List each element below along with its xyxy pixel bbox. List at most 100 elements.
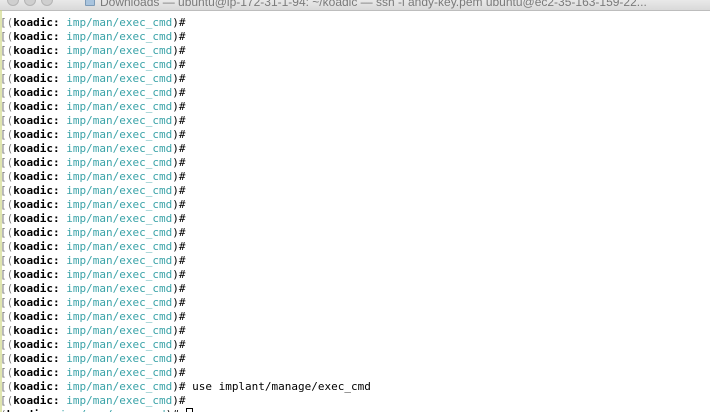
terminal-line: [(koadic: imp/man/exec_cmd)# — [0, 338, 710, 352]
terminal-line: [(koadic: imp/man/exec_cmd)# — [0, 366, 710, 380]
prompt-close: )# — [172, 58, 186, 71]
prompt-close: )# — [166, 408, 179, 412]
terminal-line: [(koadic: imp/man/exec_cmd)# — [0, 114, 710, 128]
line-bracket: [ — [0, 170, 7, 183]
prompt-path: imp/man/exec_cmd — [66, 212, 173, 225]
prompt-close: )# — [172, 114, 186, 127]
line-bracket: [ — [0, 72, 7, 85]
prompt-path: imp/man/exec_cmd — [66, 142, 173, 155]
prompt-path: imp/man/exec_cmd — [66, 86, 173, 99]
terminal-line: [(koadic: imp/man/exec_cmd)# — [0, 142, 710, 156]
prompt-close: )# — [172, 268, 186, 281]
prompt-close: )# — [172, 254, 186, 267]
line-bracket: [ — [0, 156, 7, 169]
prompt-name: koadic: — [13, 352, 60, 365]
prompt-path: imp/man/exec_cmd — [66, 338, 173, 351]
prompt-path: imp/man/exec_cmd — [66, 198, 173, 211]
line-bracket: [ — [0, 380, 7, 393]
prompt-path: imp/man/exec_cmd — [66, 184, 173, 197]
terminal-output[interactable]: [(koadic: imp/man/exec_cmd)# [(koadic: im… — [0, 10, 710, 412]
maximize-icon[interactable] — [41, 0, 53, 6]
prompt-close: )# — [172, 156, 186, 169]
prompt-path: imp/man/exec_cmd — [66, 366, 173, 379]
prompt-name: koadic: — [13, 142, 60, 155]
prompt-name: koadic: — [13, 86, 60, 99]
line-bracket: [ — [0, 128, 7, 141]
prompt-close: )# — [172, 296, 186, 309]
terminal-line: [(koadic: imp/man/exec_cmd)# — [0, 16, 710, 30]
prompt-close: )# — [172, 100, 186, 113]
line-bracket: [ — [0, 338, 7, 351]
prompt-path: imp/man/exec_cmd — [66, 226, 173, 239]
line-bracket: [ — [0, 100, 7, 113]
line-bracket: [ — [0, 30, 7, 43]
folder-icon — [85, 0, 95, 6]
prompt-name: koadic: — [13, 212, 60, 225]
prompt-name: koadic: — [13, 184, 60, 197]
prompt-name: koadic: — [13, 268, 60, 281]
prompt-path: imp/man/exec_cmd — [66, 254, 173, 267]
prompt-name: koadic: — [13, 380, 60, 393]
prompt-close: )# — [172, 394, 186, 407]
prompt-path: imp/man/exec_cmd — [66, 324, 173, 337]
prompt-close: )# — [172, 324, 186, 337]
cursor-block[interactable] — [186, 408, 194, 412]
close-icon[interactable] — [7, 0, 19, 6]
prompt-path: imp/man/exec_cmd — [66, 58, 173, 71]
line-bracket: [ — [0, 352, 7, 365]
prompt-open: ( — [0, 408, 7, 412]
prompt-path: imp/man/exec_cmd — [66, 16, 173, 29]
terminal-line: [(koadic: imp/man/exec_cmd)# — [0, 254, 710, 268]
terminal-line: [(koadic: imp/man/exec_cmd)# — [0, 170, 710, 184]
prompt-path: imp/man/exec_cmd — [66, 268, 173, 281]
terminal-line: [(koadic: imp/man/exec_cmd)# — [0, 324, 710, 338]
prompt-close: )# — [172, 198, 186, 211]
prompt-name: koadic: — [13, 296, 60, 309]
prompt-close: )# — [172, 72, 186, 85]
prompt-path: imp/man/exec_cmd — [66, 72, 173, 85]
prompt-name: koadic: — [13, 44, 60, 57]
terminal-line: [(koadic: imp/man/exec_cmd)# — [0, 226, 710, 240]
prompt-close: )# — [172, 366, 186, 379]
prompt-path: imp/man/exec_cmd — [66, 30, 173, 43]
prompt-close: )# — [172, 86, 186, 99]
prompt-name: koadic: — [13, 310, 60, 323]
prompt-close: )# — [172, 44, 186, 57]
line-bracket: [ — [0, 296, 7, 309]
terminal-line: [(koadic: imp/man/exec_cmd)# — [0, 156, 710, 170]
line-bracket: [ — [0, 254, 7, 267]
prompt-name: koadic: — [13, 72, 60, 85]
prompt-close: )# — [172, 142, 186, 155]
line-bracket: [ — [0, 114, 7, 127]
prompt-path: imp/man/exec_cmd — [66, 352, 173, 365]
line-bracket: [ — [0, 226, 7, 239]
prompt-path: imp/man/exec_cmd — [66, 310, 173, 323]
prompt-path: imp/man/exec_cmd — [66, 394, 173, 407]
terminal-line: [(koadic: imp/man/exec_cmd)# — [0, 58, 710, 72]
terminal-line: [(koadic: imp/man/exec_cmd)# — [0, 240, 710, 254]
prompt-path: imp/man/exec_cmd — [66, 44, 173, 57]
prompt-name: koadic: — [13, 16, 60, 29]
prompt-close: )# — [172, 310, 186, 323]
prompt-path: imp/man/exec_cmd — [66, 240, 173, 253]
line-bracket: [ — [0, 366, 7, 379]
prompt-close: )# — [172, 16, 186, 29]
prompt-name: koadic: — [13, 114, 60, 127]
prompt-close: )# — [172, 352, 186, 365]
prompt-name: koadic: — [13, 58, 60, 71]
prompt-name: koadic: — [13, 156, 60, 169]
terminal-line: [(koadic: imp/man/exec_cmd)# — [0, 268, 710, 282]
line-bracket: [ — [0, 212, 7, 225]
minimize-icon[interactable] — [24, 0, 36, 6]
prompt-name: koadic: — [13, 30, 60, 43]
terminal-line: [(koadic: imp/man/exec_cmd)# — [0, 310, 710, 324]
prompt-close: )# — [172, 226, 186, 239]
prompt-path: imp/man/exec_cmd — [66, 296, 173, 309]
prompt-path: imp/man/exec_cmd — [66, 128, 173, 141]
terminal-line: [(koadic: imp/man/exec_cmd)# — [0, 352, 710, 366]
prompt-name: koadic: — [13, 198, 60, 211]
line-bracket: [ — [0, 324, 7, 337]
prompt-name: koadic: — [13, 254, 60, 267]
prompt-close: )# — [172, 282, 186, 295]
prompt-name: koadic: — [13, 366, 60, 379]
